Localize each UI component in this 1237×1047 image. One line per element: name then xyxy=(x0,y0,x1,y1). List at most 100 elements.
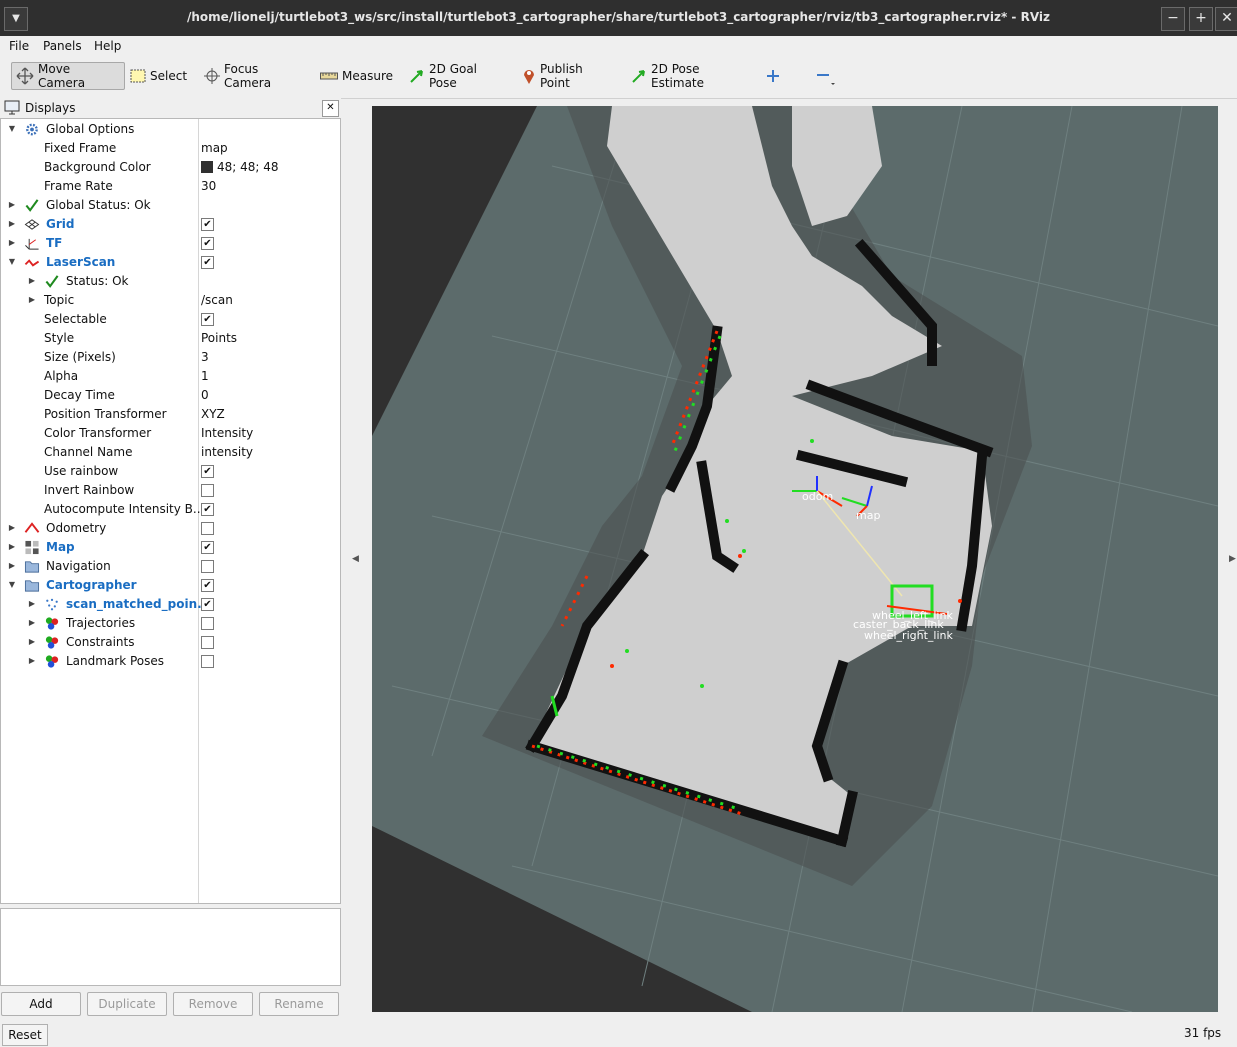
display-enable-checkbox[interactable]: ✔ xyxy=(201,256,214,269)
add-button[interactable]: Add xyxy=(1,992,81,1016)
display-row-label: Odometry xyxy=(46,521,107,535)
display-enable-checkbox[interactable]: ✔ xyxy=(201,313,214,326)
focus-camera-tool[interactable]: Focus Camera xyxy=(200,62,304,90)
display-row-odometry[interactable]: ▶ Odometry xyxy=(1,519,340,538)
expand-arrow-icon[interactable]: ▶ xyxy=(7,561,17,571)
displays-tree[interactable]: ▼ Global Options Fixed Frame map Background … xyxy=(0,118,341,904)
display-row-navigation[interactable]: ▶ Navigation xyxy=(1,557,340,576)
display-enable-checkbox[interactable] xyxy=(201,484,214,497)
3d-viewport[interactable]: odom map wheel_left_link caster_back_lin… xyxy=(372,106,1218,1012)
display-enable-checkbox[interactable]: ✔ xyxy=(201,598,214,611)
collapse-arrow-icon[interactable]: ▼ xyxy=(7,580,17,590)
close-window-button[interactable]: ✕ xyxy=(1215,7,1237,31)
collapse-arrow-icon[interactable]: ▼ xyxy=(7,124,17,134)
display-enable-checkbox[interactable]: ✔ xyxy=(201,503,214,516)
display-enable-checkbox[interactable]: ✔ xyxy=(201,579,214,592)
expand-arrow-icon[interactable]: ▶ xyxy=(7,200,17,210)
close-panel-button[interactable]: ✕ xyxy=(322,100,339,117)
expand-arrow-icon[interactable]: ▶ xyxy=(7,523,17,533)
goal-pose-tool[interactable]: 2D Goal Pose xyxy=(405,62,501,90)
expand-arrow-icon[interactable]: ▶ xyxy=(27,276,37,286)
display-row-grid[interactable]: ▶ Grid ✔ xyxy=(1,215,340,234)
display-enable-checkbox[interactable]: ✔ xyxy=(201,541,214,554)
display-enable-checkbox[interactable]: ✔ xyxy=(201,237,214,250)
display-row-value[interactable]: 3 xyxy=(201,350,209,364)
color-swatch xyxy=(201,161,213,173)
display-row-laserscan[interactable]: ▼ LaserScan ✔ xyxy=(1,253,340,272)
expand-arrow-icon[interactable]: ▶ xyxy=(27,656,37,666)
display-row-tf[interactable]: ▶ TF ✔ xyxy=(1,234,340,253)
display-row-background-color[interactable]: Background Color 48; 48; 48 xyxy=(1,158,340,177)
display-row-global-status-ok[interactable]: ▶ Global Status: Ok xyxy=(1,196,340,215)
expand-arrow-icon[interactable]: ▶ xyxy=(7,219,17,229)
display-row-decay-time[interactable]: Decay Time 0 xyxy=(1,386,340,405)
display-row-selectable[interactable]: Selectable ✔ xyxy=(1,310,340,329)
display-enable-checkbox[interactable] xyxy=(201,522,214,535)
display-enable-checkbox[interactable]: ✔ xyxy=(201,218,214,231)
expand-arrow-icon[interactable]: ▶ xyxy=(27,599,37,609)
rename-button[interactable]: Rename xyxy=(259,992,339,1016)
remove-button[interactable]: Remove xyxy=(173,992,253,1016)
expand-arrow-icon[interactable]: ▶ xyxy=(7,542,17,552)
move-camera-tool[interactable]: Move Camera xyxy=(11,62,125,90)
display-enable-checkbox[interactable]: ✔ xyxy=(201,465,214,478)
expand-arrow-icon[interactable]: ▶ xyxy=(27,637,37,647)
expand-arrow-icon[interactable]: ▶ xyxy=(27,618,37,628)
add-tool-button[interactable] xyxy=(762,62,784,90)
display-row-global-options[interactable]: ▼ Global Options xyxy=(1,120,340,139)
display-row-value[interactable]: XYZ xyxy=(201,407,225,421)
reset-button[interactable]: Reset xyxy=(2,1024,48,1046)
select-tool[interactable]: Select xyxy=(126,62,187,90)
display-row-value[interactable]: 30 xyxy=(201,179,216,193)
display-enable-checkbox[interactable] xyxy=(201,617,214,630)
collapse-right-icon[interactable]: ▶ xyxy=(1229,554,1236,564)
collapse-arrow-icon[interactable]: ▼ xyxy=(7,257,17,267)
display-row-value[interactable]: Points xyxy=(201,331,237,345)
display-row-invert-rainbow[interactable]: Invert Rainbow xyxy=(1,481,340,500)
display-enable-checkbox[interactable] xyxy=(201,560,214,573)
expand-arrow-icon[interactable]: ▶ xyxy=(7,238,17,248)
measure-tool[interactable]: Measure xyxy=(316,62,393,90)
display-row-frame-rate[interactable]: Frame Rate 30 xyxy=(1,177,340,196)
display-enable-checkbox[interactable] xyxy=(201,655,214,668)
display-row-value[interactable]: Intensity xyxy=(201,426,253,440)
minimize-button[interactable]: − xyxy=(1161,7,1185,31)
display-row-fixed-frame[interactable]: Fixed Frame map xyxy=(1,139,340,158)
display-row-color-transformer[interactable]: Color Transformer Intensity xyxy=(1,424,340,443)
display-row-alpha[interactable]: Alpha 1 xyxy=(1,367,340,386)
measure-label: Measure xyxy=(342,69,393,83)
display-row-constraints[interactable]: ▶ Constraints xyxy=(1,633,340,652)
display-row-trajectories[interactable]: ▶ Trajectories xyxy=(1,614,340,633)
expand-arrow-icon[interactable]: ▶ xyxy=(27,295,37,305)
display-row-autocompute-intensity-b[interactable]: Autocompute Intensity B... ✔ xyxy=(1,500,340,519)
publish-point-tool[interactable]: Publish Point xyxy=(518,62,612,90)
display-row-use-rainbow[interactable]: Use rainbow ✔ xyxy=(1,462,340,481)
display-row-style[interactable]: Style Points xyxy=(1,329,340,348)
display-row-landmark-poses[interactable]: ▶ Landmark Poses xyxy=(1,652,340,671)
display-row-value[interactable]: 0 xyxy=(201,388,209,402)
display-row-value-text: 0 xyxy=(201,388,209,402)
menu-file[interactable]: File xyxy=(9,39,29,53)
menu-help[interactable]: Help xyxy=(94,39,121,53)
collapse-left-icon[interactable]: ◀ xyxy=(352,554,359,564)
remove-tool-button[interactable] xyxy=(810,62,836,90)
display-row-value[interactable]: 48; 48; 48 xyxy=(201,160,279,174)
display-row-value[interactable]: map xyxy=(201,141,228,155)
display-row-value[interactable]: /scan xyxy=(201,293,233,307)
display-row-position-transformer[interactable]: Position Transformer XYZ xyxy=(1,405,340,424)
display-row-value[interactable]: 1 xyxy=(201,369,209,383)
display-row-scan-matched-poin[interactable]: ▶ scan_matched_poin... ✔ xyxy=(1,595,340,614)
display-row-value[interactable]: intensity xyxy=(201,445,253,459)
display-row-status-ok[interactable]: ▶ Status: Ok xyxy=(1,272,340,291)
display-row-cartographer[interactable]: ▼ Cartographer ✔ xyxy=(1,576,340,595)
duplicate-button[interactable]: Duplicate xyxy=(87,992,167,1016)
menu-panels[interactable]: Panels xyxy=(43,39,82,53)
display-enable-checkbox[interactable] xyxy=(201,636,214,649)
display-row-topic[interactable]: ▶ Topic/scan xyxy=(1,291,340,310)
maximize-button[interactable]: + xyxy=(1189,7,1213,31)
display-row-channel-name[interactable]: Channel Name intensity xyxy=(1,443,340,462)
display-row-map[interactable]: ▶ Map ✔ xyxy=(1,538,340,557)
display-row-size-pixels[interactable]: Size (Pixels) 3 xyxy=(1,348,340,367)
render-canvas[interactable]: odom map wheel_left_link caster_back_lin… xyxy=(372,106,1218,1012)
pose-estimate-tool[interactable]: 2D Pose Estimate xyxy=(627,62,745,90)
